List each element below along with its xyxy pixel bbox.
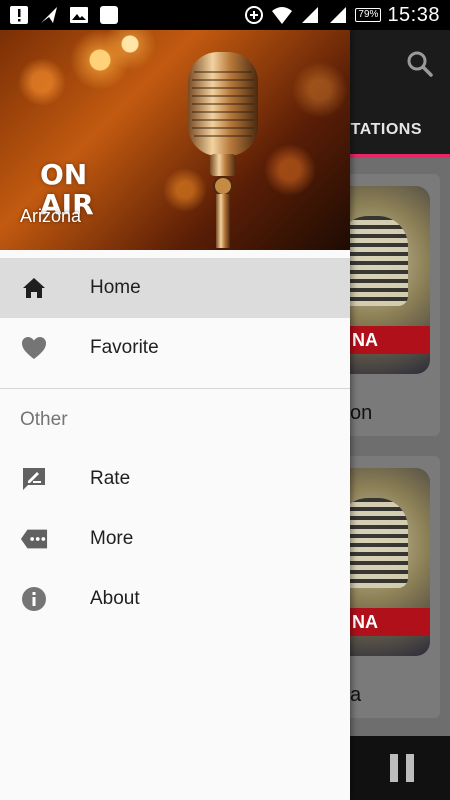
- data-saver-icon: [243, 4, 265, 26]
- tab-indicator: [350, 154, 450, 158]
- menu-item-more[interactable]: More: [0, 509, 350, 569]
- header-subtitle: Arizona: [20, 206, 82, 226]
- drawer-header: ON AIR Arizona: [0, 30, 350, 250]
- menu-item-about[interactable]: About: [0, 569, 350, 629]
- status-bar: 79% 15:38: [0, 0, 450, 30]
- tab-stations[interactable]: STATIONS: [339, 121, 422, 139]
- microphone-image: [188, 52, 258, 248]
- menu-item-label: About: [90, 588, 140, 609]
- menu-item-label: More: [90, 528, 134, 549]
- search-icon[interactable]: [406, 50, 434, 78]
- menu-item-rate[interactable]: Rate: [0, 449, 350, 509]
- station-title: on: [350, 402, 373, 424]
- signal-2-icon: [327, 4, 349, 26]
- menu-item-favorite[interactable]: Favorite: [0, 318, 350, 378]
- rate-icon: [20, 466, 48, 492]
- notification-alert-icon: [8, 4, 30, 26]
- home-icon: [20, 275, 48, 301]
- player-bar: [350, 736, 450, 800]
- image-icon: [68, 4, 90, 26]
- section-header: Other: [0, 389, 350, 449]
- station-title: a: [350, 684, 362, 706]
- send-icon: [38, 4, 60, 26]
- menu-item-label: Rate: [90, 468, 131, 489]
- signal-icon: [299, 4, 321, 26]
- menu-item-label: Favorite: [90, 337, 159, 358]
- pause-icon[interactable]: [390, 754, 414, 782]
- info-icon: [20, 586, 48, 612]
- drawer-menu: Home Favorite Other Rate More About: [0, 258, 350, 629]
- menu-item-label: Home: [90, 277, 141, 298]
- battery-icon: 79%: [355, 8, 382, 22]
- wifi-icon: [271, 4, 293, 26]
- heart-icon: [20, 335, 48, 361]
- navigation-drawer: ON AIR Arizona Home Favorite Other Rate: [0, 30, 350, 800]
- section-title: Other: [20, 409, 68, 430]
- clock: 15:38: [387, 3, 440, 26]
- more-icon: [20, 526, 48, 552]
- app-icon: [98, 4, 120, 26]
- menu-item-home[interactable]: Home: [0, 258, 350, 318]
